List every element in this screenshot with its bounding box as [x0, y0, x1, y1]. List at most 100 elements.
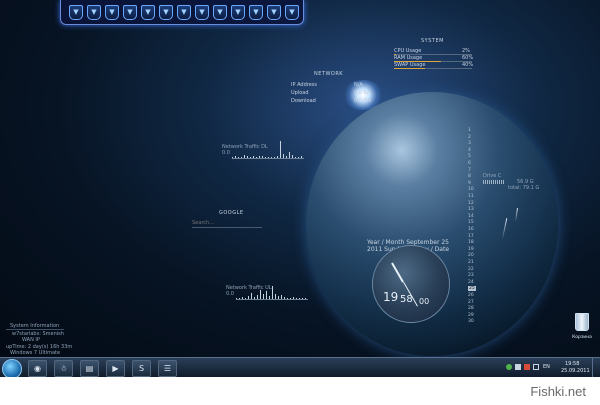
analog-clock — [372, 245, 450, 323]
clock-hour-hand — [391, 262, 404, 283]
network-row-label: Upload — [291, 90, 309, 96]
traffic-spike — [251, 293, 252, 299]
traffic-ul-value: 0.0 — [226, 291, 234, 297]
traffic-spike — [271, 157, 272, 158]
calendar-day: 5 — [468, 154, 471, 160]
traffic-spike — [296, 298, 297, 299]
calendar-day: 9 — [468, 180, 471, 186]
shield-icon[interactable]: ▼ — [159, 5, 173, 20]
network-row-value: N/A — [354, 82, 363, 88]
calendar-day: 22 — [468, 266, 474, 272]
desktop: ▼ ▼ ▼ ▼ ▼ ▼ ▼ ▼ ▼ ▼ ▼ ▼ ▼ SYSTEM CPU Usage 2% RAM Usag… — [0, 0, 600, 357]
shield-icon[interactable]: ▼ — [231, 5, 245, 20]
sysinfo-line: WAN IP — [22, 337, 40, 343]
traffic-spike — [305, 298, 306, 299]
taskbar: ◉ ☃ ▤ ▶ S ☰ EN 19:58 25.09.2011 — [0, 357, 600, 379]
traffic-spike — [293, 297, 294, 299]
traffic-spike — [260, 290, 261, 299]
sysinfo-divider — [6, 329, 64, 330]
traffic-spike — [277, 156, 278, 158]
tray-network-icon[interactable] — [506, 364, 512, 370]
shield-icon[interactable]: ▼ — [249, 5, 263, 20]
tray-volume-icon[interactable] — [515, 364, 521, 370]
folder-icon[interactable]: ▤ — [80, 360, 99, 377]
traffic-spike — [290, 298, 291, 299]
tray-flag-icon[interactable] — [524, 364, 530, 370]
traffic-spike — [281, 295, 282, 299]
network-row-value: 0.0 B/s — [354, 90, 372, 96]
drive-total: total: 79.1 G — [508, 185, 540, 191]
calendar-day: 12 — [468, 200, 474, 206]
calendar-day: 10 — [468, 187, 474, 193]
shield-icon[interactable]: ▼ — [141, 5, 155, 20]
google-search-input[interactable] — [192, 219, 262, 228]
calendar-day: 21 — [468, 260, 474, 265]
traffic-spike — [295, 157, 296, 158]
traffic-spike — [238, 157, 239, 158]
shield-icon[interactable]: ▼ — [213, 5, 227, 20]
traffic-spike — [248, 296, 249, 299]
drive-name: Drive C — [483, 173, 502, 179]
shield-icon[interactable]: ▼ — [285, 5, 299, 20]
firefox-icon[interactable]: ◉ — [28, 360, 47, 377]
drive-usage-bar — [483, 180, 505, 184]
shield-icon[interactable]: ▼ — [105, 5, 119, 20]
calendar-day: 18 — [468, 240, 474, 246]
calendar-day: 8 — [468, 174, 471, 180]
calendar-day: 26 — [468, 293, 474, 298]
calendar-day: 14 — [468, 213, 474, 219]
sysinfo-line: Windows 7 Ultimate — [10, 350, 61, 356]
traffic-spike — [289, 152, 290, 158]
traffic-spike — [245, 298, 246, 299]
tray-time[interactable]: 19:58 — [565, 361, 579, 367]
skype-icon[interactable]: S — [132, 360, 151, 377]
shield-icon[interactable]: ▼ — [177, 5, 191, 20]
traffic-spike — [256, 157, 257, 158]
traffic-spike — [299, 298, 300, 299]
traffic-spike — [254, 297, 255, 299]
system-row-fill — [394, 68, 426, 69]
traffic-spike — [250, 157, 251, 158]
network-row-label: IP Address — [291, 82, 317, 88]
alien-icon[interactable]: ☃ — [54, 360, 73, 377]
start-button[interactable] — [2, 359, 22, 379]
network-title: NETWORK — [314, 71, 344, 77]
calendar-day: 23 — [468, 273, 474, 279]
media-icon[interactable]: ▶ — [106, 360, 125, 377]
traffic-spike — [278, 296, 279, 299]
calendar-day: 24 — [468, 279, 474, 285]
clock-second: 00 — [419, 297, 430, 306]
show-desktop-button[interactable] — [592, 358, 600, 378]
calendar-column: 1 2 3 4 5 6 7 8 9 10 11 12 13 14 15 16 17 18 19 20 21 22 23 24 2… — [468, 128, 478, 328]
shield-icon[interactable]: ▼ — [87, 5, 101, 20]
shield-icon[interactable]: ▼ — [123, 5, 137, 20]
system-title: SYSTEM — [421, 38, 444, 44]
traffic-spike — [265, 157, 266, 158]
traffic-spike — [298, 157, 299, 158]
calendar-day: 3 — [468, 141, 471, 147]
tray-lang[interactable]: EN — [543, 364, 550, 370]
traffic-spike — [235, 156, 236, 158]
tray-display-icon[interactable] — [533, 364, 539, 370]
calendar-day: 13 — [468, 207, 474, 213]
calendar-day: 4 — [468, 147, 471, 153]
shield-icon[interactable]: ▼ — [195, 5, 209, 20]
traffic-spike — [266, 291, 267, 299]
traffic-spike — [274, 157, 275, 158]
traffic-spike — [241, 157, 242, 158]
traffic-spike — [242, 297, 243, 299]
calendar-day: 20 — [468, 253, 474, 259]
notepad-icon[interactable]: ☰ — [158, 360, 177, 377]
recycle-bin[interactable]: Корзина — [568, 313, 596, 345]
traffic-spike — [244, 155, 245, 158]
calendar-day: 6 — [468, 161, 471, 166]
recycle-bin-icon — [575, 313, 589, 331]
tray-date[interactable]: 25.09.2011 — [561, 368, 590, 374]
traffic-spike — [292, 155, 293, 158]
traffic-ul-graph — [236, 279, 308, 300]
calendar-day: 27 — [468, 299, 474, 305]
shield-icon[interactable]: ▼ — [69, 5, 83, 20]
shield-icon[interactable]: ▼ — [267, 5, 281, 20]
icon-dock: ▼ ▼ ▼ ▼ ▼ ▼ ▼ ▼ ▼ ▼ ▼ ▼ ▼ — [60, 0, 304, 25]
calendar-day: 11 — [468, 194, 474, 199]
